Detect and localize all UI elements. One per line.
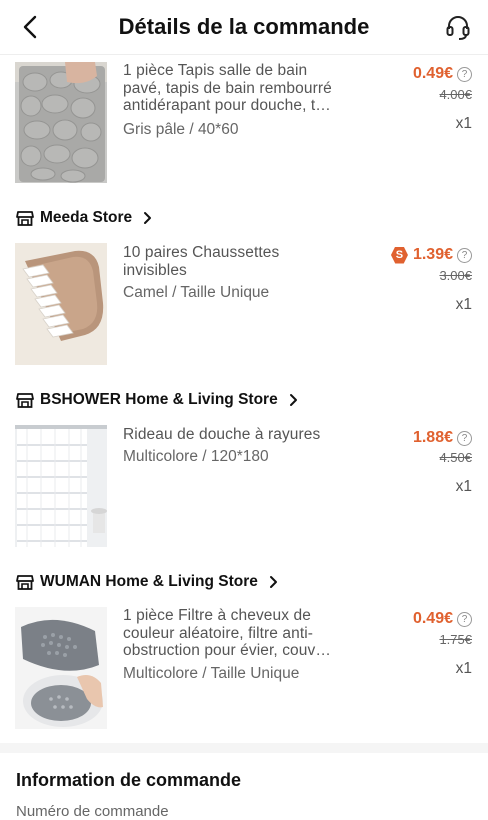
- product-variant: Camel / Taille Unique: [123, 284, 270, 301]
- store-name: Meeda Store: [40, 209, 133, 226]
- store-icon: [16, 210, 34, 226]
- price-value: 0.49€: [412, 65, 453, 82]
- question-icon[interactable]: ?: [457, 66, 472, 82]
- price-value: 1.39€: [412, 246, 453, 263]
- question-icon[interactable]: ?: [457, 247, 472, 263]
- chevron-right-icon: [289, 394, 297, 406]
- original-price: 4.50€: [439, 450, 472, 465]
- product-image-hair-filter[interactable]: [15, 607, 107, 729]
- headset-icon[interactable]: [444, 13, 472, 41]
- product-title[interactable]: Rideau de douche à rayures: [123, 426, 345, 444]
- product-price: 1.88€ ?: [413, 429, 472, 447]
- product-variant: Multicolore / 120*180: [123, 448, 269, 465]
- price-value: 0.49€: [412, 610, 453, 627]
- store-link[interactable]: Meeda Store: [16, 209, 152, 227]
- store-link[interactable]: BSHOWER Home & Living Store: [16, 391, 298, 409]
- quantity: x1: [455, 296, 472, 313]
- product-image-socks[interactable]: [15, 243, 107, 365]
- product-title[interactable]: 1 pièce Filtre à cheveux de couleur aléa…: [123, 607, 345, 660]
- product-image-bath-mat[interactable]: [15, 62, 107, 183]
- quantity: x1: [455, 478, 472, 495]
- product-price: S 1.39€ ?: [390, 246, 472, 264]
- product-price: 0.49€ ?: [413, 65, 472, 83]
- product-title[interactable]: 1 pièce Tapis salle de bain pavé, tapis …: [123, 62, 345, 115]
- quantity: x1: [455, 660, 472, 677]
- price-value: 1.88€: [412, 429, 453, 446]
- section-divider: [0, 743, 488, 753]
- quantity: x1: [455, 115, 472, 132]
- store-icon: [16, 392, 34, 408]
- question-icon[interactable]: ?: [457, 611, 472, 627]
- question-icon[interactable]: ?: [457, 430, 472, 446]
- order-info-title: Information de commande: [16, 770, 242, 790]
- store-icon: [16, 574, 34, 590]
- top-bar: Détails de la commande: [0, 0, 488, 55]
- store-name: BSHOWER Home & Living Store: [40, 391, 278, 408]
- chevron-right-icon: [269, 576, 277, 588]
- product-price: 0.49€ ?: [413, 610, 472, 628]
- original-price: 3.00€: [439, 268, 472, 283]
- product-image-shower-curtain[interactable]: [15, 425, 107, 547]
- original-price: 4.00€: [439, 87, 472, 102]
- chevron-right-icon: [144, 212, 152, 224]
- page-title: Détails de la commande: [118, 14, 370, 39]
- store-link[interactable]: WUMAN Home & Living Store: [16, 573, 278, 591]
- store-name: WUMAN Home & Living Store: [40, 573, 258, 590]
- product-title[interactable]: 10 paires Chaussettes invisibles: [123, 244, 345, 279]
- product-variant: Multicolore / Taille Unique: [123, 665, 300, 682]
- product-variant: Gris pâle / 40*60: [123, 121, 239, 138]
- coin-badge-icon: S: [390, 246, 408, 264]
- original-price: 1.75€: [439, 632, 472, 647]
